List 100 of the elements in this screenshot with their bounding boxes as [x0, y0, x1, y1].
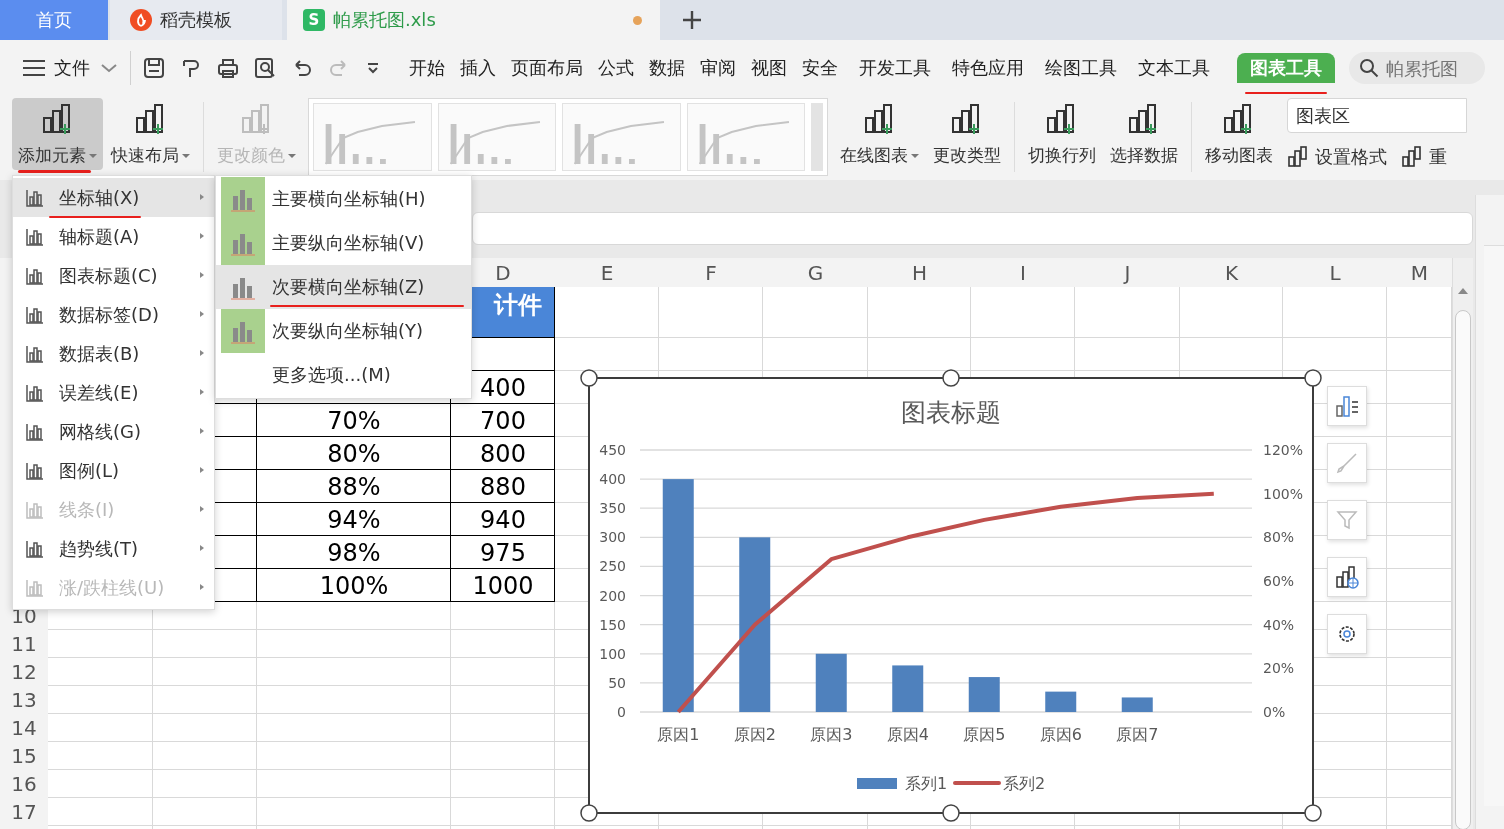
menu-item[interactable]: 图例(L): [13, 451, 214, 490]
resize-handle[interactable]: [1304, 369, 1322, 387]
ribbon-button[interactable]: 添加元素: [12, 98, 103, 170]
table-cell: 940: [480, 505, 526, 534]
menu-tab[interactable]: 文本工具: [1138, 53, 1210, 95]
column-header[interactable]: F: [705, 260, 717, 285]
resize-handle[interactable]: [942, 369, 960, 387]
menu-item[interactable]: 误差线(E): [13, 373, 214, 412]
document-tab[interactable]: 稻壳模板: [110, 0, 282, 40]
chart-elements-icon: [1335, 394, 1359, 418]
chevron-down-icon[interactable]: [365, 60, 381, 76]
vertical-scrollbar[interactable]: [1452, 258, 1473, 829]
submenu-arrow-icon: [200, 194, 204, 200]
chart-area[interactable]: [588, 377, 1314, 814]
menu-item[interactable]: 网格线(G): [13, 412, 214, 451]
chart-style-thumbnail[interactable]: [686, 103, 805, 171]
bar[interactable]: [892, 665, 924, 712]
chart-title[interactable]: 图表标题: [901, 398, 1001, 427]
column-header[interactable]: H: [911, 260, 927, 285]
menu-item[interactable]: 坐标轴(X): [13, 178, 214, 217]
menu-tab[interactable]: 插入: [460, 53, 496, 95]
chart-element-icon: [25, 577, 45, 598]
formula-field[interactable]: [472, 212, 1473, 245]
column-header[interactable]: M: [1410, 260, 1429, 285]
chart-tool-button[interactable]: [1327, 614, 1367, 654]
bar[interactable]: [662, 479, 694, 712]
chart-style-thumbnail[interactable]: [562, 103, 681, 171]
row-header[interactable]: 13: [11, 688, 37, 712]
search-input[interactable]: 帕累托图: [1384, 56, 1478, 80]
submenu-item[interactable]: 主要横向坐标轴(H): [216, 177, 471, 221]
category-label: 原因7: [1116, 725, 1159, 744]
column-header[interactable]: E: [600, 260, 614, 285]
table-cell: 880: [480, 472, 526, 501]
search-field[interactable]: 帕累托图: [1349, 52, 1485, 84]
menu-tab[interactable]: 特色应用: [952, 53, 1024, 95]
row-header[interactable]: 16: [11, 772, 37, 796]
axis-label: 100%: [1263, 485, 1304, 502]
axis-label: 80%: [1263, 529, 1295, 546]
resize-handle[interactable]: [580, 369, 598, 387]
category-label: 原因4: [886, 725, 929, 744]
column-header[interactable]: I: [1020, 260, 1026, 285]
column-header[interactable]: J: [1124, 260, 1131, 285]
chart-style-thumbnail[interactable]: [313, 103, 432, 171]
table-cell: 800: [480, 439, 526, 468]
menu-icon[interactable]: [22, 58, 46, 78]
resize-handle[interactable]: [580, 804, 598, 822]
print-icon[interactable]: [217, 57, 239, 79]
ribbon-button[interactable]: 快速布局: [105, 98, 196, 170]
chart-tool-button[interactable]: [1327, 386, 1367, 426]
line-series[interactable]: [676, 491, 1214, 714]
row-header[interactable]: 14: [11, 716, 37, 740]
submenu-item[interactable]: 更多选项...(M): [216, 353, 471, 397]
print-preview-icon[interactable]: [254, 57, 276, 79]
format-button[interactable]: 设置格式: [1287, 145, 1387, 169]
menu-tab[interactable]: 开发工具: [859, 53, 931, 95]
row-header[interactable]: 15: [11, 744, 37, 768]
column-header[interactable]: L: [1329, 260, 1341, 285]
row-header[interactable]: 12: [11, 660, 37, 684]
menu-item[interactable]: 轴标题(A): [13, 217, 214, 256]
file-menu[interactable]: 文件: [54, 56, 90, 80]
bar[interactable]: [1045, 691, 1077, 712]
chart-element-icon: [25, 187, 45, 208]
menu-tab[interactable]: 页面布局: [511, 53, 583, 95]
format-button[interactable]: 重: [1401, 145, 1447, 169]
ribbon-button[interactable]: 更改类型: [927, 98, 1007, 170]
category-label: 原因5: [963, 725, 1006, 744]
menu-item[interactable]: 数据标签(D): [13, 295, 214, 334]
column-header[interactable]: G: [807, 260, 824, 285]
bar[interactable]: [1121, 697, 1153, 712]
menu-tab[interactable]: 开始: [409, 53, 445, 95]
chart-style-thumbnail[interactable]: [437, 103, 556, 171]
column-header[interactable]: D: [495, 260, 511, 285]
submenu-item[interactable]: 次要横向坐标轴(Z): [216, 265, 471, 309]
bar[interactable]: [739, 537, 771, 712]
row-header[interactable]: 11: [11, 632, 37, 656]
menu-tab[interactable]: 绘图工具: [1045, 53, 1117, 95]
ribbon-button[interactable]: 在线图表: [834, 98, 925, 170]
save-icon[interactable]: [143, 57, 165, 79]
menu-tab[interactable]: 视图: [751, 53, 787, 95]
menu-item[interactable]: 图表标题(C): [13, 256, 214, 295]
gallery-scrollbar[interactable]: [811, 103, 823, 171]
chart-tool-button[interactable]: [1327, 557, 1367, 597]
column-header[interactable]: K: [1224, 260, 1239, 285]
menu-tab[interactable]: 公式: [598, 53, 634, 95]
menu-tab[interactable]: 审阅: [700, 53, 736, 95]
chart-element-select[interactable]: 图表区: [1287, 98, 1467, 133]
menu-tab[interactable]: 安全: [802, 53, 838, 95]
bar[interactable]: [968, 677, 1000, 712]
row-header[interactable]: 17: [11, 800, 37, 824]
menu-tab[interactable]: 数据: [649, 53, 685, 95]
plus-icon[interactable]: [682, 10, 702, 30]
ribbon-button[interactable]: 移动图表: [1199, 98, 1279, 170]
ribbon-button[interactable]: 选择数据: [1104, 98, 1184, 170]
bar[interactable]: [815, 653, 847, 712]
ribbon-button[interactable]: 切换行列: [1022, 98, 1102, 170]
menu-item[interactable]: 数据表(B): [13, 334, 214, 373]
resize-handle[interactable]: [942, 804, 960, 822]
resize-handle[interactable]: [1304, 804, 1322, 822]
axis-label: 300: [599, 529, 626, 546]
menu-item[interactable]: 趋势线(T): [13, 529, 214, 568]
